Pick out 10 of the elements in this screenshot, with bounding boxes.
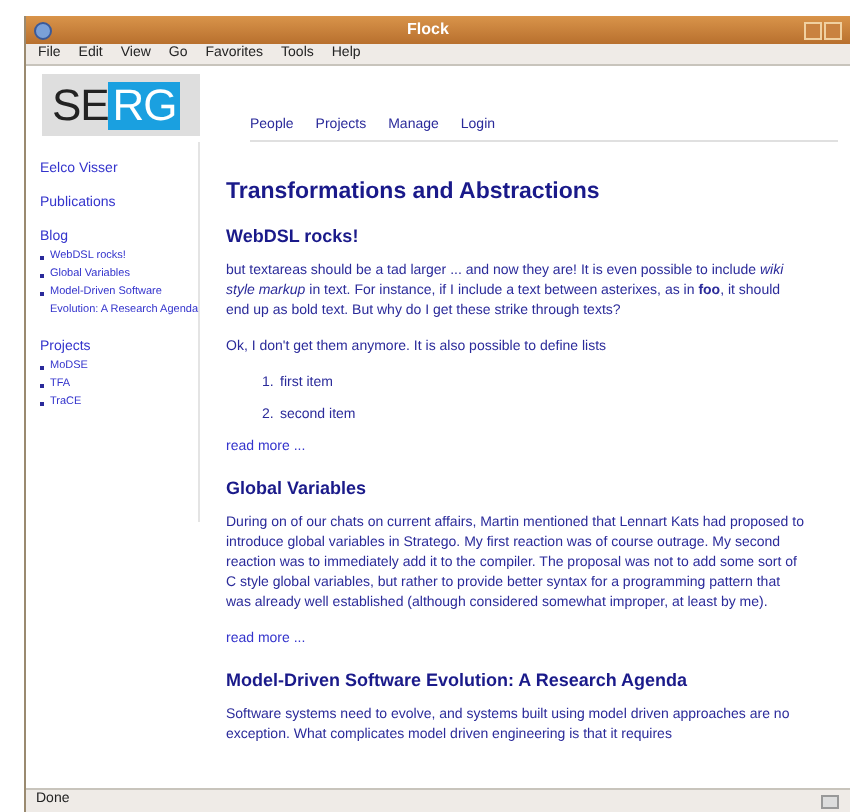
- minimize-button[interactable]: [804, 21, 822, 39]
- post-title: WebDSL rocks!: [226, 224, 361, 248]
- maximize-button[interactable]: [824, 21, 842, 39]
- post-title: Model-Driven Software Evolution: A Research Agenda: [226, 668, 690, 692]
- globe-icon: [34, 21, 52, 39]
- page-title: Transformations and Abstractions: [226, 178, 602, 206]
- page-icon: [820, 793, 840, 809]
- window-title: Flock: [405, 18, 451, 42]
- logo: SERG: [42, 74, 200, 136]
- post-title: Global Variables: [226, 476, 369, 500]
